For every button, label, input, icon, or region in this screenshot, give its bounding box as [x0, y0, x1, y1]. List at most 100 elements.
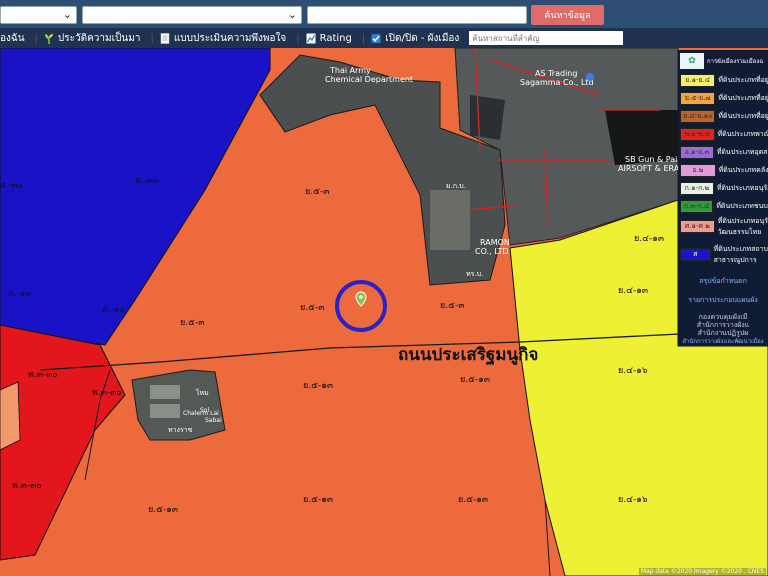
legend-row: ศ.๑-ศ.๒ ที่ดินประเภทอนุรั วัฒนธรรมไทย	[680, 216, 768, 242]
nav-item-history[interactable]: ประวัติความเป็นมา	[44, 31, 141, 46]
legend-row: ก.๑-ก.๒ ที่ดินประเภทอนุรัก	[680, 180, 768, 197]
nav-item-rating[interactable]: Rating	[306, 33, 352, 44]
nav-item-survey[interactable]: แบบประเมินความพึงพอใจ	[160, 31, 286, 46]
emblem-icon: ✿	[680, 53, 704, 69]
legend-text: วัฒนธรรมไทย	[717, 228, 762, 236]
legend-link-dept[interactable]: สำนักการวางผังและพัฒนาเมือง	[680, 336, 766, 346]
zoning-map[interactable]: Thai Army Chemical Department AS Trading…	[0, 48, 768, 576]
legend-row: ก.๓-ก.๔ ที่ดินประเภทชนบท	[680, 198, 768, 215]
district-select[interactable]: ⌄	[82, 6, 302, 24]
search-button[interactable]: ค้นหาข้อมูล	[531, 5, 604, 25]
legend-code: อ.๒	[692, 166, 704, 174]
legend-code: ศ.๑-ศ.๒	[684, 222, 710, 230]
legend-swatch: พ.๑-พ.๕	[680, 128, 715, 141]
document-icon	[160, 32, 170, 44]
nav-item-rating-label: Rating	[319, 32, 352, 44]
salmon-zone-area	[0, 381, 21, 451]
nav-bar: องฉัน | ประวัติความเป็นมา | แบบประเมินคว…	[0, 28, 768, 48]
search-button-label: ค้นหาข้อมูล	[544, 11, 591, 21]
zone-label: ย.๕-๑๓	[303, 495, 333, 505]
legend-code: ก.๑-ก.๒	[684, 184, 710, 192]
map-attribution: Map data ©2020 Imagery ©2020 , CNES	[638, 568, 766, 575]
nav-divider: |	[150, 32, 154, 44]
legend-swatch: ก.๓-ก.๔	[680, 200, 714, 213]
legend-text-group: ที่ดินประเภทสถาบ สาธารณูปการ	[711, 244, 768, 266]
zone-label: ส.-๑๐	[8, 289, 31, 299]
legend-text: ที่ดินประเภทอนุรัก	[716, 184, 768, 192]
nav-item-history-label: ประวัติความเป็นมา	[57, 32, 141, 44]
place-label-army: Thai Army	[329, 66, 371, 75]
legend-code: ย.๕-ย.๗	[684, 94, 711, 102]
zone-label: ย.๔-๑๓	[618, 286, 648, 296]
legend-text: ที่ดินประเภทที่อยู่	[718, 112, 768, 120]
legend-swatch: ส	[680, 248, 711, 261]
checkbox-checked-icon[interactable]	[371, 33, 381, 44]
place-label-army-2: Chemical Department	[325, 75, 413, 84]
zone-label: ส.-๑๐	[102, 305, 125, 315]
legend-code: ส	[693, 250, 698, 258]
legend-code: พ.๑-พ.๕	[684, 130, 711, 138]
chevron-down-icon: ⌄	[62, 8, 72, 21]
zone-label: ย.๕-๑๓	[303, 381, 333, 391]
nav-item-zoning-toggle-label: เปิด/ปิด - ผังเมือง	[385, 32, 460, 44]
legend-text: ที่ดินประเภทอนุรั	[717, 217, 768, 225]
legend-row: ย.๑-ย.๔ ที่ดินประเภทที่อยู่	[680, 72, 768, 89]
place-pin-icon[interactable]	[586, 73, 594, 81]
chevron-down-icon: ⌄	[287, 8, 297, 21]
satellite-field	[430, 190, 470, 250]
zone-label: ย.๕-๑๓	[460, 375, 490, 385]
search-input[interactable]	[307, 6, 527, 24]
legend-row: ส ที่ดินประเภทสถาบ สาธารณูปการ	[680, 244, 768, 270]
zone-label: ย.๔-๑๓	[634, 234, 664, 244]
legend-swatch: อ.๑-อ.๓	[680, 146, 714, 159]
province-select[interactable]: ⌄	[0, 6, 77, 24]
legend-row: พ.๑-พ.๕ ที่ดินประเภทพาณิ	[680, 126, 768, 143]
legend-swatch: ย.๑-ย.๔	[680, 74, 716, 87]
zone-label: ย.๕-๑๓	[148, 505, 178, 515]
legend-swatch: ศ.๑-ศ.๒	[680, 220, 715, 233]
legend-code: ก.๓-ก.๔	[683, 202, 710, 210]
nav-item-zoning-toggle[interactable]: เปิด/ปิด - ผังเมือง	[371, 31, 459, 46]
legend-row: ย.๘-ย.๑๐ ที่ดินประเภทที่อยู่	[680, 108, 768, 125]
chart-icon	[306, 33, 316, 43]
nav-item-my-account-label: องฉัน	[0, 32, 25, 44]
zone-label: ย.๕-๓	[440, 301, 464, 311]
zone-label: ย.๕-๑๓	[458, 495, 488, 505]
nav-item-survey-label: แบบประเมินความพึงพอใจ	[173, 32, 287, 44]
legend-swatch: ก.๑-ก.๒	[680, 182, 714, 195]
place-label-ramon-2: CO., LTD	[475, 247, 509, 256]
legend-row: อ.๑-อ.๓ ที่ดินประเภทอุตสา	[680, 144, 768, 161]
legend-code: ย.๘-ย.๑๐	[683, 112, 713, 120]
location-pin-dot	[359, 295, 363, 299]
legend-swatch: ย.๕-ย.๗	[680, 92, 716, 105]
legend-link-plan[interactable]: รายการประกอบแผนผัง	[680, 295, 766, 306]
legend-row: ย.๕-ย.๗ ที่ดินประเภทที่อยู่	[680, 90, 768, 107]
satellite-building	[150, 404, 180, 418]
place-search-input[interactable]	[469, 31, 624, 45]
legend-code: ย.๑-ย.๔	[685, 76, 711, 84]
zone-label: ย.๔-๑๖	[618, 495, 648, 505]
place-label-small: ทางราช	[168, 426, 193, 434]
nav-divider: |	[34, 32, 38, 44]
legend-text-group: ที่ดินประเภทอนุรั วัฒนธรรมไทย	[715, 216, 768, 238]
legend-text: ที่ดินประเภทที่อยู่	[718, 94, 768, 102]
zone-label: พ.๓-๓๐	[12, 481, 42, 491]
zone-label: ส.-๓๐	[135, 176, 158, 186]
legend-code: อ.๑-อ.๓	[684, 148, 710, 156]
sprout-icon	[44, 33, 53, 44]
place-label-small: ม.ก.บ.	[446, 182, 466, 190]
legend-swatch: ย.๘-ย.๑๐	[680, 110, 716, 123]
zone-label: ย.๕-๓	[300, 303, 324, 313]
legend-panel: ✿ การผังเมืองรวมเมืองฉ ย.๑-ย.๔ ที่ดินประ…	[678, 50, 768, 346]
nav-item-my-account[interactable]: องฉัน	[0, 31, 25, 46]
nav-divider: |	[296, 32, 300, 44]
legend-link-summary[interactable]: สรุปข้อกำหนดก	[680, 276, 766, 287]
legend-text: ที่ดินประเภทพาณิ	[717, 130, 768, 138]
place-label-small: ทร.บ.	[466, 270, 483, 278]
legend-row: อ.๒ ที่ดินประเภทคลัง	[680, 162, 768, 179]
place-label-as-trading-2: Sagamma Co., Ltd	[520, 78, 594, 87]
satellite-building	[470, 95, 505, 140]
top-search-bar: ⌄ ⌄ ค้นหาข้อมูล	[0, 0, 768, 28]
zone-label: ย.๕-๓	[180, 318, 204, 328]
zone-label: ย.๔-๑๖	[618, 366, 648, 376]
